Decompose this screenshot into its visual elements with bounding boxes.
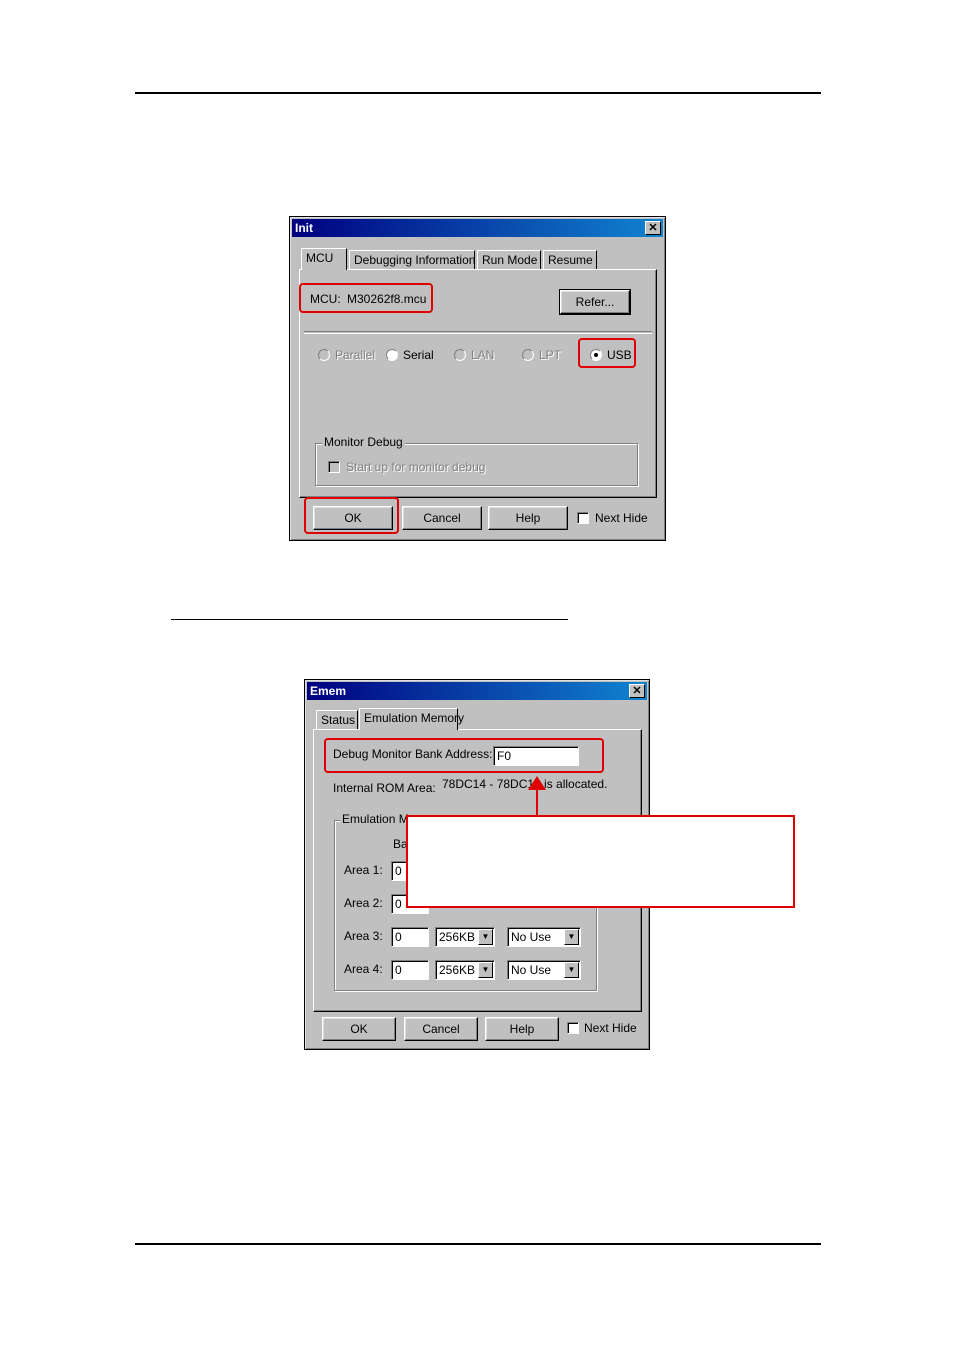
radio-lpt[interactable] — [522, 349, 534, 361]
next-hide-checkbox[interactable] — [577, 512, 589, 524]
section-underline — [171, 619, 568, 620]
tab-run-mode[interactable]: Run Mode — [477, 250, 541, 270]
area-4-size-value: 256KB — [439, 963, 476, 977]
radio-serial[interactable] — [386, 349, 398, 361]
radio-parallel[interactable] — [318, 349, 330, 361]
dropdown-arrow-icon[interactable]: ▼ — [564, 962, 579, 978]
dropdown-arrow-icon[interactable]: ▼ — [478, 962, 493, 978]
emem-titlebar: Emem ✕ — [307, 682, 647, 700]
monitor-debug-checkbox-label: Start up for monitor debug — [346, 460, 486, 474]
footer-rule — [135, 1243, 821, 1245]
radio-serial-label: Serial — [403, 348, 434, 362]
area-4-size-select[interactable]: 256KB ▼ — [435, 960, 495, 980]
highlight-mcu — [299, 283, 433, 313]
init-dialog: Init ✕ MCU Debugging Information Run Mod… — [289, 216, 666, 541]
tab-debugging-information[interactable]: Debugging Information — [349, 250, 475, 270]
area-3-bank-input[interactable]: 0 — [391, 927, 429, 947]
tab-mcu[interactable]: MCU — [301, 248, 347, 270]
init-titlebar: Init ✕ — [292, 219, 663, 237]
radio-parallel-label: Parallel — [335, 348, 376, 362]
close-icon[interactable]: ✕ — [645, 221, 661, 235]
area-3-use-select[interactable]: No Use ▼ — [507, 927, 581, 947]
dropdown-arrow-icon[interactable]: ▼ — [478, 929, 493, 945]
help-button[interactable]: Help — [488, 506, 568, 530]
cancel-button[interactable]: Cancel — [402, 506, 482, 530]
monitor-debug-checkbox[interactable] — [328, 461, 340, 473]
dropdown-arrow-icon[interactable]: ▼ — [564, 929, 579, 945]
area-4-use-value: No Use — [511, 963, 552, 977]
cancel-button[interactable]: Cancel — [404, 1017, 478, 1041]
radio-lpt-label: LPT — [539, 348, 562, 362]
tab-emulation-memory[interactable]: Emulation Memory — [359, 708, 464, 730]
close-icon[interactable]: ✕ — [629, 684, 645, 698]
area-4-bank-input[interactable]: 0 — [391, 960, 429, 980]
monitor-debug-group-label: Monitor Debug — [322, 435, 405, 449]
callout-arrow-head — [528, 776, 546, 790]
radio-lan[interactable] — [454, 349, 466, 361]
help-button[interactable]: Help — [485, 1017, 559, 1041]
area-3-use-value: No Use — [511, 930, 552, 944]
area-2-label: Area 2: — [344, 896, 383, 910]
area-3-size-select[interactable]: 256KB ▼ — [435, 927, 495, 947]
area-4-label: Area 4: — [344, 962, 383, 976]
tab-status[interactable]: Status — [316, 710, 358, 730]
next-hide-label: Next Hide — [584, 1021, 637, 1035]
next-hide-checkbox[interactable] — [567, 1022, 579, 1034]
area-4-use-select[interactable]: No Use ▼ — [507, 960, 581, 980]
header-rule — [135, 92, 821, 94]
emem-title: Emem — [310, 684, 347, 698]
highlight-debug-monitor — [324, 738, 604, 773]
ok-button[interactable]: OK — [322, 1017, 396, 1041]
internal-rom-label: Internal ROM Area: — [333, 781, 436, 795]
tab-resume[interactable]: Resume — [543, 250, 597, 270]
callout-box — [406, 815, 795, 908]
radio-lan-label: LAN — [471, 348, 495, 362]
area-3-size-value: 256KB — [439, 930, 476, 944]
highlight-ok — [304, 497, 399, 534]
init-title: Init — [295, 221, 313, 235]
highlight-usb — [578, 338, 636, 368]
area-3-label: Area 3: — [344, 929, 383, 943]
next-hide-label: Next Hide — [595, 511, 648, 525]
divider — [304, 331, 652, 334]
refer-button[interactable]: Refer... — [559, 289, 631, 315]
callout-arrow — [528, 776, 546, 818]
area-1-label: Area 1: — [344, 863, 383, 877]
